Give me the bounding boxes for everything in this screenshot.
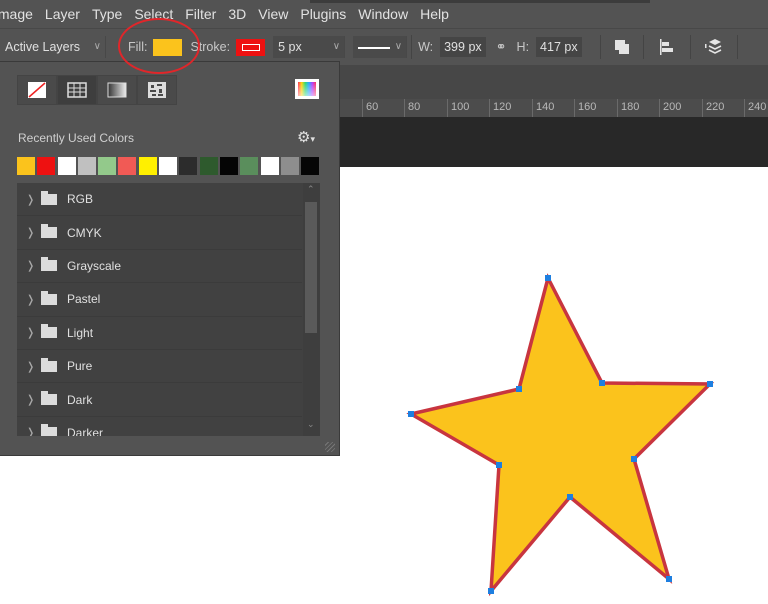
folder-name: Light	[67, 325, 94, 340]
scroll-down-icon[interactable]: ⌄	[307, 419, 315, 430]
resize-grip[interactable]	[325, 442, 335, 452]
swatch-folder-list: ❭ RGB ❭ CMYK ❭ Grayscale ❭ Pastel ❭ Light ❭ Pure ❭ Da…	[17, 183, 320, 436]
folder-name: Darker	[67, 425, 104, 436]
no-color-icon	[28, 82, 46, 98]
recent-color-swatch[interactable]	[280, 157, 299, 175]
folder-icon	[41, 424, 57, 436]
scroll-up-icon[interactable]: ⌃	[307, 184, 315, 195]
folder-name: Pastel	[67, 292, 101, 307]
chevron-right-icon[interactable]: ❭	[26, 193, 40, 206]
swatch-folder-row[interactable]: ❭ Grayscale	[17, 250, 302, 284]
gradient-icon	[107, 82, 127, 98]
folder-name: Grayscale	[67, 258, 122, 273]
anchor-point[interactable]	[408, 411, 414, 417]
color-picker-button[interactable]	[295, 79, 319, 99]
swatch-folder-row[interactable]: ❭ Pure	[17, 350, 302, 384]
recent-color-swatch[interactable]	[199, 157, 218, 175]
solid-color-button[interactable]	[57, 75, 97, 105]
color-spectrum-icon	[298, 82, 316, 96]
chevron-right-icon[interactable]: ❭	[26, 226, 40, 239]
recent-color-swatch[interactable]	[159, 157, 178, 175]
recent-color-swatch[interactable]	[17, 157, 35, 175]
anchor-point[interactable]	[707, 381, 713, 387]
no-color-button[interactable]	[17, 75, 57, 105]
anchor-point[interactable]	[545, 275, 551, 281]
folder-icon	[41, 224, 57, 239]
anchor-point[interactable]	[516, 386, 522, 392]
folder-icon	[41, 324, 57, 339]
swatch-folder-row[interactable]: ❭ CMYK	[17, 216, 302, 250]
gradient-button[interactable]	[97, 75, 137, 105]
recent-color-swatch[interactable]	[179, 157, 198, 175]
folder-name: Dark	[67, 392, 93, 407]
chevron-right-icon[interactable]: ❭	[26, 326, 40, 339]
anchor-point[interactable]	[567, 494, 573, 500]
anchor-point[interactable]	[488, 588, 494, 594]
recent-color-swatch[interactable]	[77, 157, 96, 175]
gear-icon[interactable]: ⚙▾	[297, 128, 315, 146]
recent-color-swatch[interactable]	[219, 157, 238, 175]
pattern-button[interactable]	[137, 75, 177, 105]
chevron-right-icon[interactable]: ❭	[26, 393, 40, 406]
chevron-right-icon[interactable]: ❭	[26, 259, 40, 272]
anchor-point[interactable]	[631, 456, 637, 462]
recent-color-swatches	[17, 157, 321, 175]
folder-name: CMYK	[67, 225, 102, 240]
folder-icon	[41, 290, 57, 305]
fill-type-panel: Recently Used Colors ⚙▾ ❭ RGB ❭ CMYK ❭ Graysc…	[0, 61, 340, 456]
swatch-folder-row[interactable]: ❭ Light	[17, 317, 302, 350]
recent-color-swatch[interactable]	[240, 157, 259, 175]
recent-colors-title: Recently Used Colors	[18, 131, 135, 145]
recent-color-swatch[interactable]	[37, 157, 56, 175]
folder-icon	[41, 190, 57, 205]
chevron-right-icon[interactable]: ❭	[26, 293, 40, 306]
recent-color-swatch[interactable]	[118, 157, 137, 175]
pattern-icon	[148, 82, 166, 98]
folder-name: RGB	[67, 192, 94, 207]
scrollbar[interactable]: ⌃ ⌄	[303, 183, 320, 436]
recent-color-swatch[interactable]	[138, 157, 157, 175]
recent-color-swatch[interactable]	[260, 157, 279, 175]
recent-color-swatch[interactable]	[301, 157, 320, 175]
folder-icon	[41, 357, 57, 372]
recent-color-swatch[interactable]	[57, 157, 76, 175]
anchor-point[interactable]	[496, 462, 502, 468]
chevron-right-icon[interactable]: ❭	[26, 426, 40, 436]
chevron-right-icon[interactable]: ❭	[26, 360, 40, 373]
scrollbar-thumb[interactable]	[305, 202, 317, 333]
recent-color-swatch[interactable]	[98, 157, 117, 175]
swatch-folder-row[interactable]: ❭ RGB	[17, 183, 302, 217]
folder-icon	[41, 257, 57, 272]
solid-color-grid-icon	[67, 82, 87, 98]
swatch-folder-row[interactable]: ❭ Dark	[17, 383, 302, 417]
fill-mode-buttons	[17, 75, 177, 105]
folder-name: Pure	[67, 359, 93, 374]
anchor-point[interactable]	[666, 576, 672, 582]
swatch-folder-row[interactable]: ❭ Pastel	[17, 283, 302, 317]
folder-icon	[41, 391, 57, 406]
anchor-point[interactable]	[599, 380, 605, 386]
star-shape[interactable]	[406, 273, 715, 597]
swatch-folder-row[interactable]: ❭ Darker	[17, 417, 302, 436]
